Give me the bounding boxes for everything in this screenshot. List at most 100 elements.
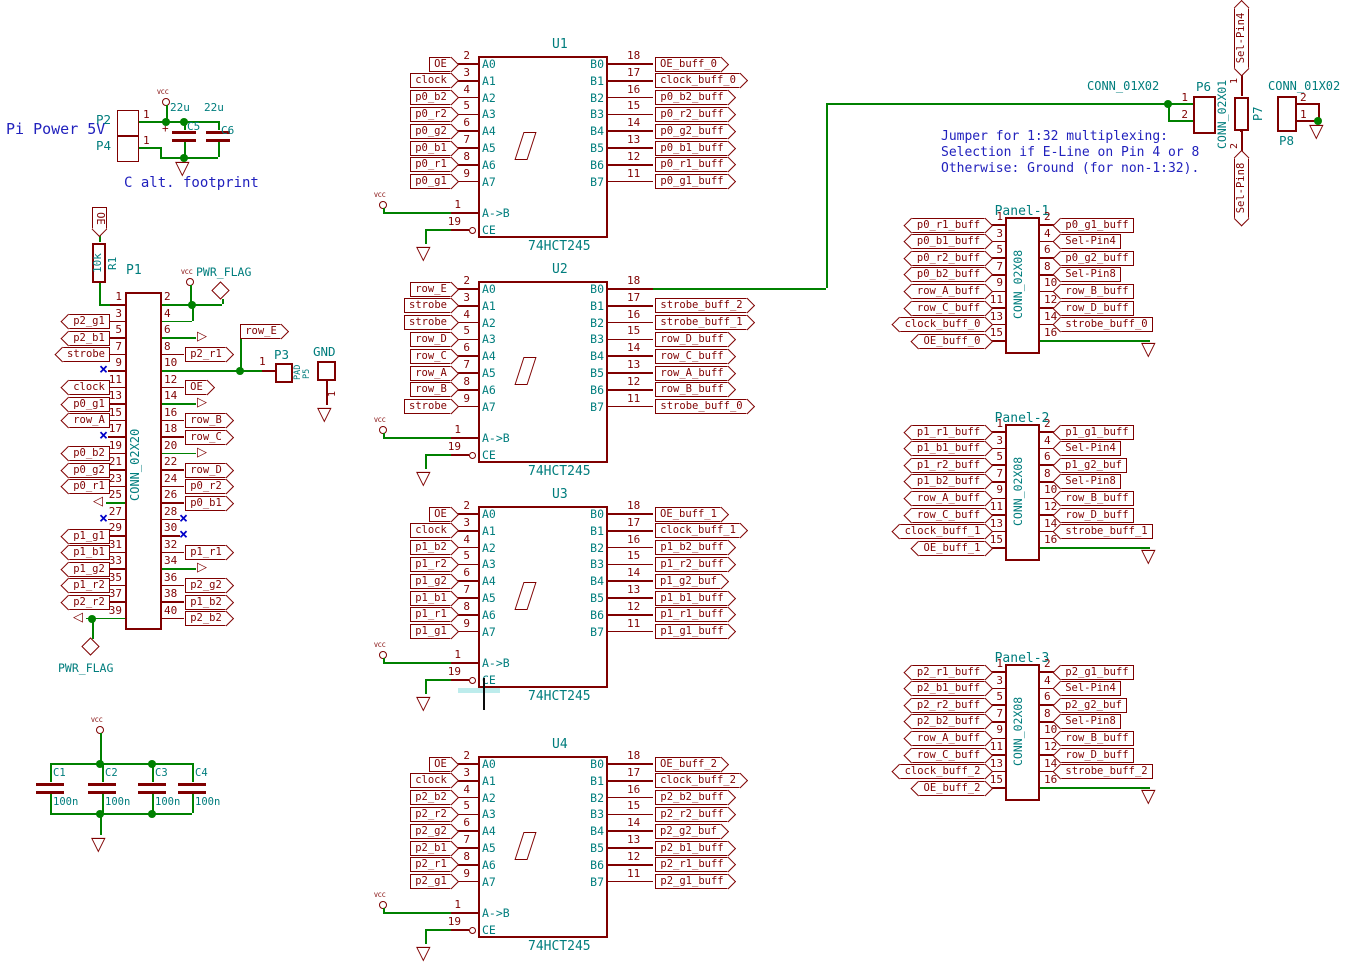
net-label-OE_buff_2[interactable]: OE_buff_2 xyxy=(919,781,985,796)
net-label-row_B[interactable]: row_B xyxy=(410,382,451,397)
net-label-clock_buff_1[interactable]: clock_buff_1 xyxy=(655,523,740,538)
net-label-Sel-Pin8[interactable]: Sel-Pin8 xyxy=(1234,158,1249,218)
net-label-row_B_buff[interactable]: row_B_buff xyxy=(1061,284,1134,299)
net-label-clock_buff_2[interactable]: clock_buff_2 xyxy=(655,773,740,788)
net-label-clock[interactable]: clock xyxy=(410,523,451,538)
net-label-p2_g1_buff[interactable]: p2_g1_buff xyxy=(655,874,728,889)
net-label-OE[interactable]: OE xyxy=(92,207,107,229)
net-label-clock_buff_2[interactable]: clock_buff_2 xyxy=(900,764,985,779)
net-label-p0_g1[interactable]: p0_g1 xyxy=(410,174,451,189)
net-label-p1_r1[interactable]: p1_r1 xyxy=(185,545,226,560)
net-label-Sel-Pin4[interactable]: Sel-Pin4 xyxy=(1061,681,1121,696)
net-label-row_C_buff[interactable]: row_C_buff xyxy=(912,748,985,763)
net-label-p2_r1_buff[interactable]: p2_r1_buff xyxy=(912,665,985,680)
net-label-p0_b2_buff[interactable]: p0_b2_buff xyxy=(912,267,985,282)
net-label-p2_b2[interactable]: p2_b2 xyxy=(410,790,451,805)
net-label-p1_r2_buff[interactable]: p1_r2_buff xyxy=(912,458,985,473)
net-label-clock_buff_0[interactable]: clock_buff_0 xyxy=(900,317,985,332)
net-label-p1_r1_buff[interactable]: p1_r1_buff xyxy=(912,425,985,440)
net-label-p2_b2_buff[interactable]: p2_b2_buff xyxy=(655,790,728,805)
net-label-Sel-Pin4[interactable]: Sel-Pin4 xyxy=(1234,8,1249,68)
net-label-row_B_buff[interactable]: row_B_buff xyxy=(1061,731,1134,746)
net-label-p2_b1_buff[interactable]: p2_b1_buff xyxy=(912,681,985,696)
net-label-p2_r1[interactable]: p2_r1 xyxy=(185,347,226,362)
net-label-p0_b1_buff[interactable]: p0_b1_buff xyxy=(912,234,985,249)
net-label-row_D_buff[interactable]: row_D_buff xyxy=(1061,508,1134,523)
net-label-p0_r1[interactable]: p0_r1 xyxy=(410,157,451,172)
net-label-p1_b2_buff[interactable]: p1_b2_buff xyxy=(912,474,985,489)
net-label-row_C_buff[interactable]: row_C_buff xyxy=(912,301,985,316)
net-label-p1_b1_buff[interactable]: p1_b1_buff xyxy=(912,441,985,456)
net-label-row_B_buff[interactable]: row_B_buff xyxy=(655,382,728,397)
net-label-p2_g2_buf[interactable]: p2_g2_buf xyxy=(655,824,721,839)
net-label-p0_r1_buff[interactable]: p0_r1_buff xyxy=(912,218,985,233)
component-body-P3[interactable] xyxy=(275,363,293,383)
net-label-p2_r1[interactable]: p2_r1 xyxy=(410,857,451,872)
net-label-p1_b2_buff[interactable]: p1_b2_buff xyxy=(655,540,728,555)
net-label-clock[interactable]: clock xyxy=(410,73,451,88)
net-label-strobe[interactable]: strobe xyxy=(404,315,451,330)
net-label-p2_r2_buff[interactable]: p2_r2_buff xyxy=(912,698,985,713)
net-label-p0_r1_buff[interactable]: p0_r1_buff xyxy=(655,157,728,172)
net-label-p2_g1[interactable]: p2_g1 xyxy=(410,874,451,889)
net-label-p2_g2[interactable]: p2_g2 xyxy=(410,824,451,839)
net-label-p0_g2[interactable]: p0_g2 xyxy=(410,124,451,139)
net-label-strobe_buff_2[interactable]: strobe_buff_2 xyxy=(1061,764,1153,779)
net-label-strobe_buff_2[interactable]: strobe_buff_2 xyxy=(655,298,747,313)
net-label-p1_b2[interactable]: p1_b2 xyxy=(185,595,226,610)
net-label-p0_g1_buff[interactable]: p0_g1_buff xyxy=(1061,218,1134,233)
net-label-row_E[interactable]: row_E xyxy=(410,282,451,297)
net-label-OE_buff_1[interactable]: OE_buff_1 xyxy=(919,541,985,556)
net-label-strobe[interactable]: strobe xyxy=(404,298,451,313)
net-label-row_C[interactable]: row_C xyxy=(185,430,226,445)
net-label-p0_g1_buff[interactable]: p0_g1_buff xyxy=(655,174,728,189)
net-label-p0_r2[interactable]: p0_r2 xyxy=(410,107,451,122)
net-label-row_A_buff[interactable]: row_A_buff xyxy=(912,491,985,506)
net-label-p1_g2_buf[interactable]: p1_g2_buf xyxy=(655,574,721,589)
net-label-p1_b1_buff[interactable]: p1_b1_buff xyxy=(655,591,728,606)
net-label-p1_b1[interactable]: p1_b1 xyxy=(410,591,451,606)
net-label-p0_b2[interactable]: p0_b2 xyxy=(410,90,451,105)
net-label-row_A_buff[interactable]: row_A_buff xyxy=(655,366,728,381)
net-label-p1_b2[interactable]: p1_b2 xyxy=(410,540,451,555)
net-label-clock_buff_0[interactable]: clock_buff_0 xyxy=(655,73,740,88)
net-label-Sel-Pin8[interactable]: Sel-Pin8 xyxy=(1061,267,1121,282)
net-label-clock_buff_1[interactable]: clock_buff_1 xyxy=(900,524,985,539)
component-body-P6[interactable] xyxy=(1193,96,1216,134)
net-label-strobe[interactable]: strobe xyxy=(404,399,451,414)
net-label-row_A_buff[interactable]: row_A_buff xyxy=(912,284,985,299)
component-body-P8[interactable] xyxy=(1277,96,1297,132)
net-label-p1_r1_buff[interactable]: p1_r1_buff xyxy=(655,607,728,622)
net-label-strobe_buff_0[interactable]: strobe_buff_0 xyxy=(1061,317,1153,332)
net-label-p0_b2_buff[interactable]: p0_b2_buff xyxy=(655,90,728,105)
net-label-Sel-Pin8[interactable]: Sel-Pin8 xyxy=(1061,714,1121,729)
net-label-OE_buff_0[interactable]: OE_buff_0 xyxy=(655,57,721,72)
net-label-p2_g2_buf[interactable]: p2_g2_buf xyxy=(1061,698,1127,713)
net-label-p0_b1[interactable]: p0_b1 xyxy=(185,496,226,511)
net-label-p2_g1_buff[interactable]: p2_g1_buff xyxy=(1061,665,1134,680)
net-label-strobe_buff_0[interactable]: strobe_buff_0 xyxy=(655,399,747,414)
net-label-p0_g2_buff[interactable]: p0_g2_buff xyxy=(1061,251,1134,266)
net-label-OE_buff_0[interactable]: OE_buff_0 xyxy=(919,334,985,349)
net-label-row_E[interactable]: row_E xyxy=(240,324,281,339)
component-body-P2[interactable] xyxy=(117,110,139,136)
net-label-p2_b1_buff[interactable]: p2_b1_buff xyxy=(655,841,728,856)
net-label-p1_r2[interactable]: p1_r2 xyxy=(410,557,451,572)
net-label-row_A[interactable]: row_A xyxy=(410,366,451,381)
net-label-p1_r2_buff[interactable]: p1_r2_buff xyxy=(655,557,728,572)
net-label-strobe_buff_1[interactable]: strobe_buff_1 xyxy=(655,315,747,330)
net-label-p0_r2_buff[interactable]: p0_r2_buff xyxy=(912,251,985,266)
net-label-p2_b1[interactable]: p2_b1 xyxy=(410,841,451,856)
net-label-p0_b1[interactable]: p0_b1 xyxy=(410,141,451,156)
net-label-p1_r1[interactable]: p1_r1 xyxy=(410,607,451,622)
net-label-Sel-Pin8[interactable]: Sel-Pin8 xyxy=(1061,474,1121,489)
net-label-p0_g2_buff[interactable]: p0_g2_buff xyxy=(655,124,728,139)
net-label-Sel-Pin4[interactable]: Sel-Pin4 xyxy=(1061,441,1121,456)
net-label-OE_buff_1[interactable]: OE_buff_1 xyxy=(655,507,721,522)
net-label-p0_r2[interactable]: p0_r2 xyxy=(185,479,226,494)
net-label-row_C_buff[interactable]: row_C_buff xyxy=(655,349,728,364)
net-label-p1_g1[interactable]: p1_g1 xyxy=(410,624,451,639)
net-label-p0_r2_buff[interactable]: p0_r2_buff xyxy=(655,107,728,122)
net-label-row_C[interactable]: row_C xyxy=(410,349,451,364)
net-label-row_B[interactable]: row_B xyxy=(185,413,226,428)
